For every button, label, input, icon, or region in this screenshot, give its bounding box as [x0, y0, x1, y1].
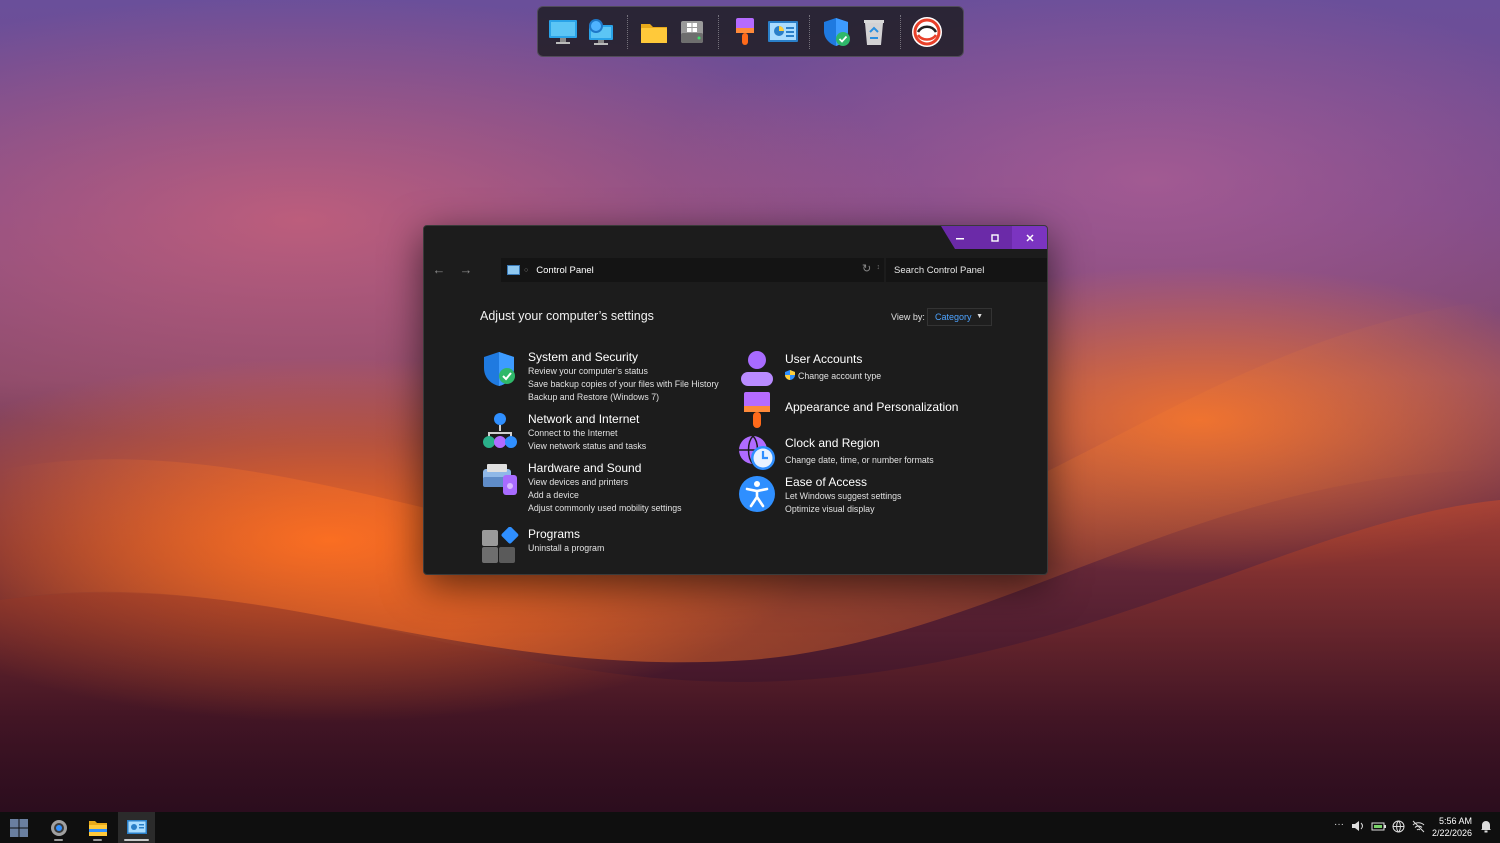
address-dropdown-icon[interactable]: ↕ [877, 264, 881, 271]
network-icon[interactable] [583, 13, 620, 50]
paint-brush-icon[interactable] [738, 391, 776, 429]
forward-arrow-icon[interactable]: → [458, 262, 474, 278]
category-title-link[interactable]: Clock and Region [785, 436, 1015, 451]
search-input[interactable]: Search Control Panel [886, 258, 1047, 282]
security-shield-icon[interactable] [481, 350, 519, 388]
view-by-value: Category [935, 312, 972, 322]
globe-icon[interactable] [1392, 820, 1405, 836]
running-indicator [93, 839, 102, 841]
category-title-link[interactable]: Programs [528, 527, 758, 542]
task-link[interactable]: Optimize visual display [785, 503, 1015, 516]
task-link[interactable]: Connect to the Internet [528, 427, 758, 440]
taskbar-settings[interactable] [40, 812, 77, 843]
task-link[interactable]: Adjust commonly used mobility settings [528, 502, 758, 515]
taskbar-control-panel[interactable] [118, 812, 155, 843]
dock-separator [627, 14, 628, 49]
taskbar: ··· 5:56 AM 2/22/2026 [0, 812, 1500, 843]
security-shield-icon[interactable] [818, 13, 855, 50]
task-link[interactable]: Add a device [528, 489, 758, 502]
dock-separator [900, 14, 901, 49]
control-panel-small-icon [507, 265, 520, 275]
maximize-icon [990, 233, 999, 242]
control-panel-icon[interactable] [765, 13, 802, 50]
category-title-link[interactable]: Network and Internet [528, 412, 758, 427]
task-link[interactable]: View network status and tasks [528, 440, 758, 453]
app-ring-icon[interactable] [909, 13, 946, 50]
clock-date: 2/22/2026 [1431, 828, 1472, 838]
volume-icon[interactable] [1351, 820, 1365, 835]
category-title-link[interactable]: System and Security [528, 350, 758, 365]
task-link[interactable]: Backup and Restore (Windows 7) [528, 391, 758, 404]
category-title-link[interactable]: Hardware and Sound [528, 461, 758, 476]
chevron-down-icon: ▼ [976, 313, 983, 320]
programs-icon[interactable] [481, 527, 519, 565]
view-by-label: View by: [891, 312, 925, 322]
view-by-dropdown[interactable]: Category ▼ [927, 308, 992, 326]
folder-icon [88, 820, 107, 836]
printer-devices-icon[interactable] [481, 461, 519, 499]
dock-separator [718, 14, 719, 49]
maximize-button[interactable] [977, 226, 1012, 249]
dock-separator [809, 14, 810, 49]
user-icon[interactable] [738, 350, 776, 388]
dock [537, 6, 964, 57]
category-title-link[interactable]: Appearance and Personalization [785, 400, 1015, 415]
back-arrow-icon[interactable]: ← [431, 262, 447, 278]
task-link[interactable]: Review your computer’s status [528, 365, 758, 378]
task-link[interactable]: Change date, time, or number formats [785, 454, 1015, 467]
task-link[interactable]: Save backup copies of your files with Fi… [528, 378, 758, 391]
start-button[interactable] [0, 812, 37, 843]
caption-buttons [941, 226, 1047, 249]
running-indicator [54, 839, 63, 841]
notification-bell-icon[interactable] [1480, 820, 1492, 836]
task-link[interactable]: Uninstall a program [528, 542, 758, 555]
task-link[interactable]: View devices and printers [528, 476, 758, 489]
active-indicator [124, 839, 149, 841]
category-title-link[interactable]: User Accounts [785, 352, 1015, 367]
drive-icon[interactable] [674, 13, 711, 50]
breadcrumb-separator: ○ [524, 266, 529, 274]
category-title-link[interactable]: Ease of Access [785, 475, 1015, 490]
page-title: Adjust your computer’s settings [480, 309, 654, 323]
close-icon [1025, 233, 1034, 242]
gear-icon [50, 819, 67, 836]
refresh-icon[interactable]: ↻ [862, 262, 871, 275]
recycle-bin-icon[interactable] [856, 13, 893, 50]
taskbar-file-explorer[interactable] [79, 812, 116, 843]
navigation-bar: ← → ○ Control Panel ↕ ↻ Search Control P… [424, 258, 1047, 284]
task-link[interactable]: Change account type [798, 371, 881, 381]
close-button[interactable] [1012, 226, 1047, 249]
battery-icon[interactable] [1371, 820, 1387, 835]
paint-icon[interactable] [727, 13, 764, 50]
breadcrumb-control-panel[interactable]: Control Panel [536, 265, 594, 276]
address-bar[interactable]: ○ Control Panel ↕ [501, 258, 884, 282]
search-placeholder: Search Control Panel [894, 264, 985, 276]
tray-overflow[interactable]: ··· [1334, 819, 1344, 830]
folder-icon[interactable] [636, 13, 673, 50]
accessibility-icon[interactable] [738, 475, 776, 513]
minimize-icon [955, 237, 964, 239]
task-link[interactable]: Let Windows suggest settings [785, 490, 1015, 503]
control-panel-icon [126, 819, 147, 834]
system-clock[interactable]: 5:56 AM 2/22/2026 [1432, 815, 1472, 839]
windows-logo-icon [9, 818, 28, 837]
uac-shield-icon [785, 370, 795, 380]
task-link-row: Change account type [785, 370, 1015, 383]
control-panel-window: ← → ○ Control Panel ↕ ↻ Search Control P… [423, 225, 1048, 575]
clock-time: 5:56 AM [1438, 816, 1472, 826]
this-pc-icon[interactable] [545, 13, 582, 50]
network-icon[interactable] [481, 412, 519, 450]
network-off-icon[interactable] [1412, 820, 1425, 836]
clock-globe-icon[interactable] [738, 434, 776, 472]
